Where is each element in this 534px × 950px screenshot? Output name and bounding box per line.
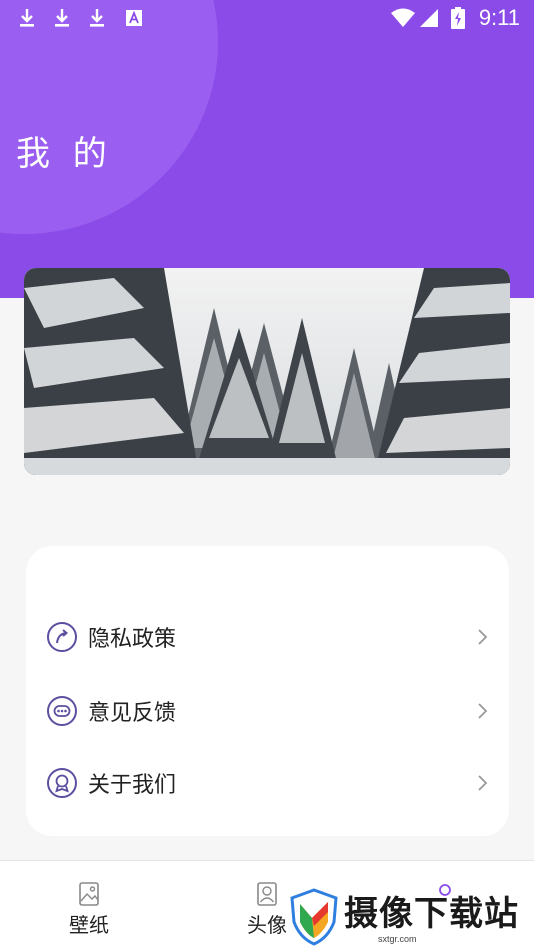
- menu-item-label: 意见反馈: [88, 701, 177, 726]
- nav-label: 壁纸: [69, 913, 109, 937]
- watermark-shield-logo: [290, 888, 338, 946]
- a-notification-icon: [126, 10, 142, 26]
- download-icon: [90, 9, 104, 27]
- snowy-forest-illustration: [24, 268, 510, 475]
- watermark-text: 摄像下载站: [344, 894, 519, 934]
- menu-item-label: 隐私政策: [88, 627, 177, 652]
- download-icon: [55, 9, 69, 27]
- feedback-icon: [47, 696, 77, 726]
- banner-image[interactable]: [24, 268, 510, 475]
- page-title: 我 的: [16, 134, 113, 174]
- privacy-policy-icon: [47, 622, 77, 652]
- settings-menu-card: 隐私政策 意见反馈 关于我们: [26, 546, 509, 836]
- menu-item-label: 关于我们: [88, 773, 177, 798]
- status-time: 9:11: [478, 5, 520, 30]
- about-us-icon: [47, 768, 77, 798]
- download-icon: [20, 9, 34, 27]
- watermark-url: sxtgr.com: [378, 934, 417, 944]
- wallpaper-icon: [79, 882, 99, 906]
- battery-icon: [451, 7, 465, 29]
- menu-item-privacy-policy[interactable]: 隐私政策: [26, 609, 509, 665]
- menu-item-feedback[interactable]: 意见反馈: [26, 683, 509, 739]
- avatar-icon: [257, 882, 277, 906]
- site-watermark: 摄像下载站 sxtgr.com: [288, 884, 534, 948]
- chevron-right-icon: [478, 775, 488, 791]
- nav-item-wallpaper[interactable]: 壁纸: [29, 861, 149, 950]
- status-bar: 9:11: [0, 0, 534, 38]
- signal-icon: [420, 9, 438, 27]
- chevron-right-icon: [478, 629, 488, 645]
- chevron-right-icon: [478, 703, 488, 719]
- wifi-icon: [391, 8, 415, 27]
- menu-item-about-us[interactable]: 关于我们: [26, 755, 509, 811]
